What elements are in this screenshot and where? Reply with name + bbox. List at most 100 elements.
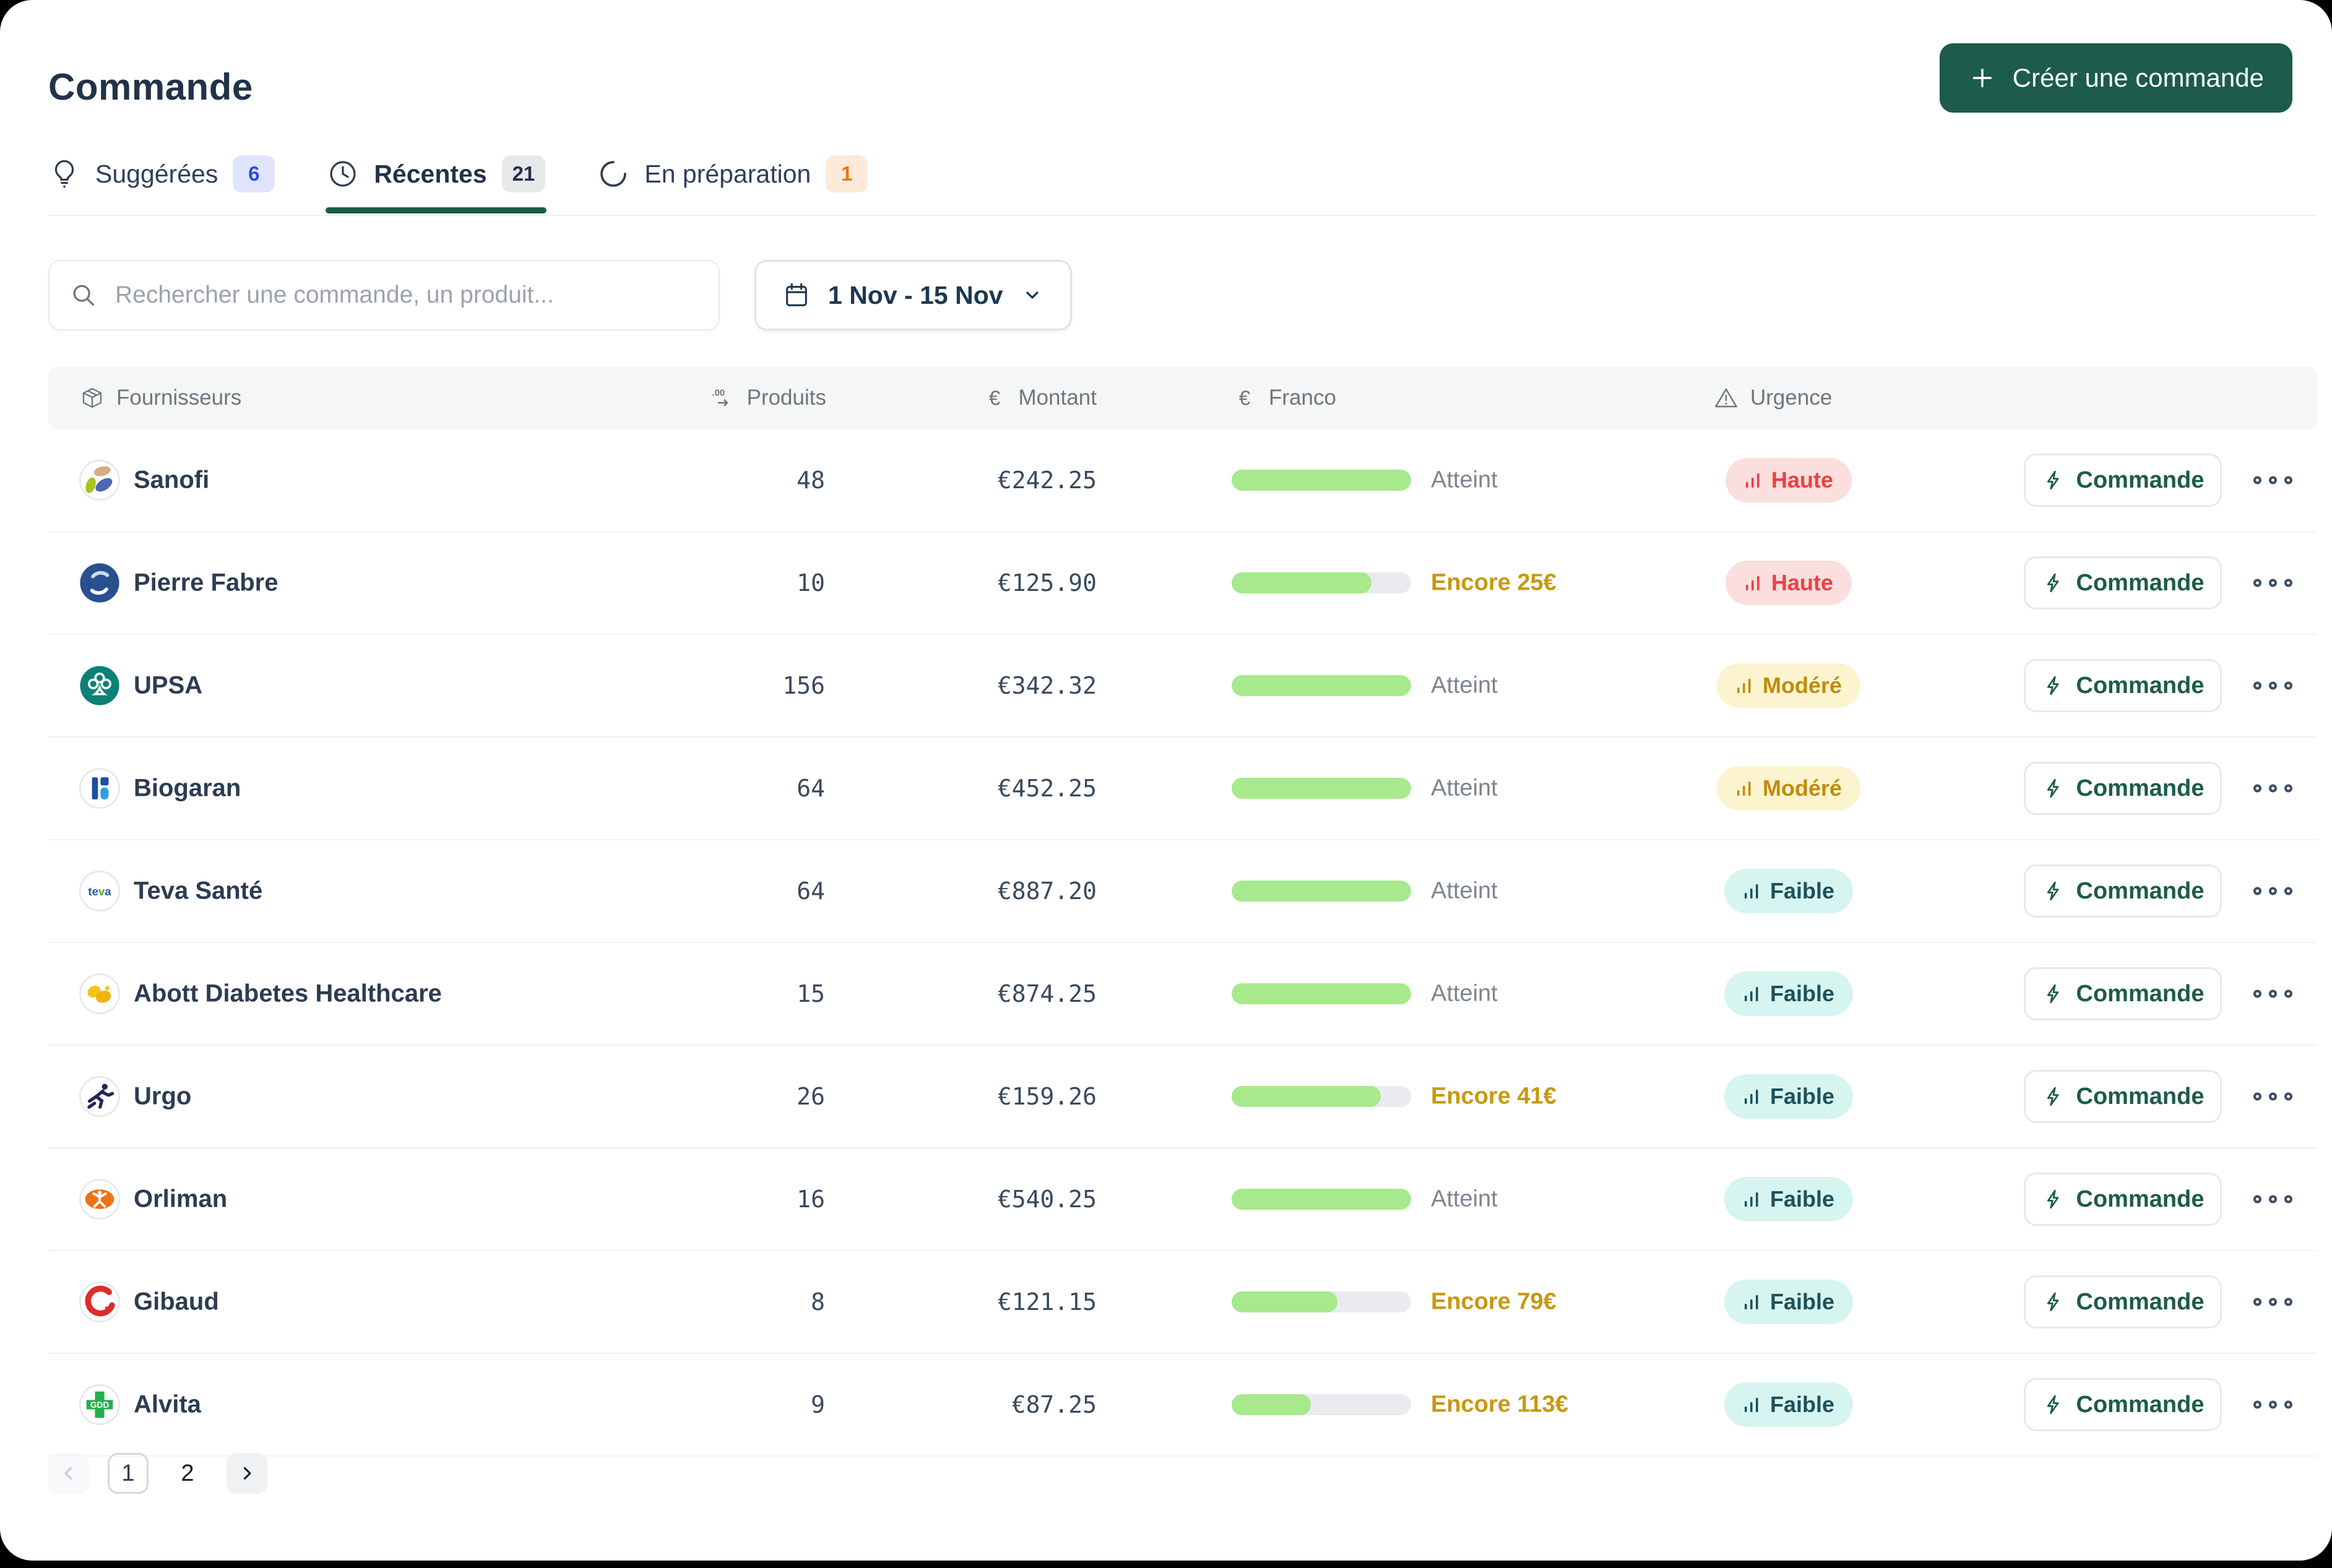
amount-value: €121.15 xyxy=(997,1288,1097,1316)
bolt-icon xyxy=(2047,573,2059,593)
page-button-2[interactable]: 2 xyxy=(167,1453,208,1494)
franco-label: Atteint xyxy=(1431,467,1498,493)
bolt-icon xyxy=(2047,1189,2059,1209)
chevron-down-icon xyxy=(1026,291,1039,299)
row-menu-button[interactable] xyxy=(2242,989,2304,998)
row-menu-button[interactable] xyxy=(2242,579,2304,587)
search-input[interactable] xyxy=(114,281,699,309)
amount-value: €452.25 xyxy=(997,775,1097,802)
row-menu-button[interactable] xyxy=(2242,681,2304,690)
warning-icon xyxy=(1715,388,1737,408)
bars-icon xyxy=(1744,1192,1758,1207)
franco-progress-bar xyxy=(1232,1086,1411,1107)
table-row: Sanofi 48 €242.25 Atteint Haute Commande xyxy=(48,429,2317,532)
commande-button[interactable]: Commande xyxy=(2024,1275,2222,1329)
franco-label: Encore 113€ xyxy=(1431,1391,1568,1418)
commande-button[interactable]: Commande xyxy=(2024,864,2222,918)
products-count: 9 xyxy=(811,1391,825,1418)
lightbulb-icon xyxy=(54,160,74,188)
bolt-icon xyxy=(2047,1292,2059,1312)
franco-progress-bar xyxy=(1232,470,1411,491)
search-icon xyxy=(73,285,94,306)
franco-progress-bar xyxy=(1232,983,1411,1004)
previous-page-button[interactable] xyxy=(48,1453,89,1494)
commande-button[interactable]: Commande xyxy=(2024,1173,2222,1226)
products-count: 26 xyxy=(797,1083,825,1110)
franco-progress-bar xyxy=(1232,1394,1411,1415)
commande-button[interactable]: Commande xyxy=(2024,1378,2222,1431)
supplier-logo xyxy=(79,1282,120,1322)
supplier-name: Biogaran xyxy=(134,774,241,802)
products-count: 156 xyxy=(782,672,825,699)
franco-label: Encore 79€ xyxy=(1431,1288,1557,1315)
bars-icon xyxy=(1737,782,1751,796)
commande-button[interactable]: Commande xyxy=(2024,762,2222,815)
row-menu-button[interactable] xyxy=(2242,1195,2304,1204)
franco-progress-bar xyxy=(1232,675,1411,696)
products-count: 10 xyxy=(797,569,825,597)
urgency-badge: Modéré xyxy=(1716,766,1861,811)
chevron-left-icon xyxy=(64,1467,72,1480)
row-menu-button[interactable] xyxy=(2242,887,2304,895)
supplier-name: UPSA xyxy=(134,671,203,699)
urgency-cell: Faible xyxy=(1693,1382,1885,1427)
commande-button[interactable]: Commande xyxy=(2024,1070,2222,1123)
tab-en-preparation[interactable]: En préparation 1 xyxy=(597,152,868,196)
tab-suggerees[interactable]: Suggérées 6 xyxy=(48,152,275,196)
bars-icon xyxy=(1737,679,1751,693)
bolt-icon xyxy=(2047,778,2059,798)
bolt-icon xyxy=(2047,984,2059,1004)
urgency-badge: Faible xyxy=(1724,1382,1854,1427)
franco-label: Atteint xyxy=(1431,877,1498,904)
bars-icon xyxy=(1744,1398,1758,1412)
urgency-badge: Haute xyxy=(1725,561,1852,605)
supplier-name: Urgo xyxy=(134,1082,192,1110)
row-menu-button[interactable] xyxy=(2242,784,2304,793)
amount-value: €87.25 xyxy=(1011,1391,1097,1418)
clock-icon xyxy=(330,161,356,187)
table-row: Urgo 26 €159.26 Encore 41€ Faible Comman… xyxy=(48,1046,2317,1148)
page-button-1[interactable]: 1 xyxy=(108,1453,149,1494)
urgency-badge: Modéré xyxy=(1716,663,1861,708)
supplier-name: Sanofi xyxy=(134,466,210,494)
urgency-cell: Faible xyxy=(1693,1280,1885,1324)
tab-label: Récentes xyxy=(374,159,487,188)
tab-recentes[interactable]: Récentes 21 xyxy=(326,152,547,213)
next-page-button[interactable] xyxy=(227,1453,267,1494)
commande-button[interactable]: Commande xyxy=(2024,967,2222,1020)
supplier-logo xyxy=(79,562,120,603)
create-order-button[interactable]: Créer une commande xyxy=(1939,43,2292,113)
column-header-fournisseurs: Fournisseurs xyxy=(79,366,241,429)
row-menu-button[interactable] xyxy=(2242,476,2304,485)
euro-icon: € xyxy=(1239,387,1251,410)
create-order-label: Créer une commande xyxy=(2012,63,2264,92)
bolt-icon xyxy=(2047,470,2059,490)
bars-icon xyxy=(1745,576,1760,590)
column-header-montant: € Montant xyxy=(911,366,1097,429)
commande-button[interactable]: Commande xyxy=(2024,556,2222,610)
pagination: 1 2 xyxy=(48,1453,267,1494)
svg-text:€: € xyxy=(1239,387,1251,410)
spinner-icon xyxy=(600,161,627,187)
row-menu-button[interactable] xyxy=(2242,1298,2304,1306)
urgency-cell: Modéré xyxy=(1693,663,1885,708)
calendar-icon xyxy=(786,283,807,306)
row-menu-button[interactable] xyxy=(2242,1400,2304,1409)
supplier-logo: teva xyxy=(79,871,120,911)
bolt-icon xyxy=(2047,881,2059,901)
supplier-logo xyxy=(79,1076,120,1117)
tab-bar: Suggérées 6 Récentes 21 En préparation 1 xyxy=(48,152,2317,216)
bars-icon xyxy=(1745,473,1760,488)
main-card: Commande Créer une commande Suggérées 6 … xyxy=(0,0,2332,1561)
amount-value: €242.25 xyxy=(997,467,1097,494)
urgency-cell: Faible xyxy=(1693,971,1885,1016)
commande-button[interactable]: Commande xyxy=(2024,659,2222,712)
urgency-cell: Haute xyxy=(1693,458,1885,502)
urgency-badge: Faible xyxy=(1724,1074,1854,1119)
tab-count-badge: 1 xyxy=(826,155,868,192)
amount-value: €125.90 xyxy=(997,569,1097,597)
row-menu-button[interactable] xyxy=(2242,1092,2304,1101)
urgency-badge: Faible xyxy=(1724,869,1854,913)
commande-button[interactable]: Commande xyxy=(2024,454,2222,507)
date-range-button[interactable]: 1 Nov - 15 Nov xyxy=(754,260,1072,330)
